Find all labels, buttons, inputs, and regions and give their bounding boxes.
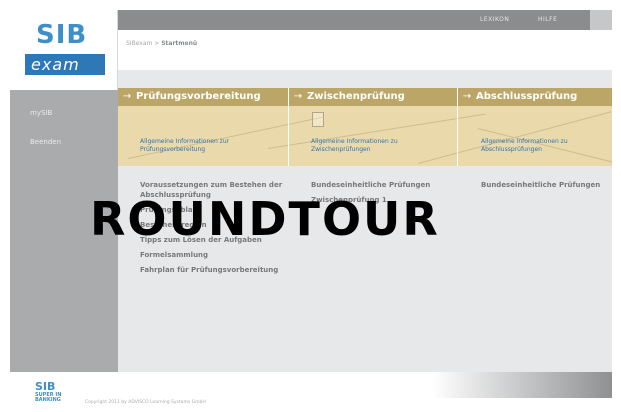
arrow-right-icon: → (122, 91, 132, 102)
info-link-pruefungsvorbereitung[interactable]: Allgemeine Informationen zur Prüfungsvor… (140, 138, 260, 154)
list-item[interactable]: Formelsammlung (140, 250, 290, 260)
arrow-right-icon: → (293, 91, 303, 102)
top-navigation: LEXIKON HILFE (118, 10, 612, 30)
tab-abschlusspruefung[interactable]: → Abschlussprüfung (458, 88, 612, 106)
breadcrumb-root[interactable]: SIBexam (126, 40, 152, 47)
logo-exam-text: exam (25, 54, 105, 75)
roundtour-overlay-text: ROUNDTOUR (90, 192, 440, 246)
footer-gradient-bar (432, 372, 612, 398)
logo-sib-text: SIB (36, 20, 88, 50)
tab-pruefungsvorbereitung[interactable]: → Prüfungsvorbereitung (118, 88, 288, 106)
footer-logo-sub2: BANKING (35, 397, 61, 403)
column-divider (288, 88, 289, 166)
list-item[interactable]: Bundeseinheitliche Prüfungen (311, 180, 451, 190)
info-link-abschlusspruefung[interactable]: Allgemeine Informationen zu Abschlussprü… (481, 138, 606, 154)
link-list-abschlusspruefung: Bundeseinheitliche Prüfungen (481, 180, 609, 195)
sidebar: SIB exam mySIB Beenden (10, 10, 118, 372)
footer: SIB SUPER IN BANKING Copyright 2011 by A… (10, 372, 612, 410)
breadcrumb-current: Startmenü (161, 40, 198, 47)
list-item[interactable]: Fahrplan für Prüfungsvorbereitung (140, 265, 290, 275)
tab-label: Zwischenprüfung (307, 91, 405, 102)
tab-label: Abschlussprüfung (476, 91, 578, 102)
nav-lexikon-link[interactable]: LEXIKON (480, 16, 509, 23)
app-window: SIB exam mySIB Beenden LEXIKON HILFE SIB… (10, 10, 612, 410)
tab-zwischenpruefung[interactable]: → Zwischenprüfung (289, 88, 457, 106)
copyright-text: Copyright 2011 by ADVISCO Learning Syste… (85, 400, 206, 405)
footer-logo: SIB SUPER IN BANKING (35, 380, 61, 403)
arrow-right-icon: → (462, 91, 472, 102)
logo[interactable]: SIB exam (10, 10, 118, 90)
sidebar-item-mysib[interactable]: mySIB (30, 109, 52, 117)
nav-hilfe-link[interactable]: HILFE (538, 16, 557, 23)
tab-label: Prüfungsvorbereitung (136, 91, 261, 102)
breadcrumb-separator: > (154, 40, 160, 47)
document-icon (312, 112, 324, 127)
breadcrumb-bar: SIBexam > Startmenü (118, 30, 612, 70)
sidebar-item-beenden[interactable]: Beenden (30, 138, 61, 146)
breadcrumb: SIBexam > Startmenü (126, 40, 197, 47)
list-item[interactable]: Bundeseinheitliche Prüfungen (481, 180, 609, 190)
info-link-zwischenpruefung[interactable]: Allgemeine Informationen zu Zwischenprüf… (311, 138, 431, 154)
topbar-end-cap (590, 10, 612, 30)
column-divider (457, 88, 458, 166)
